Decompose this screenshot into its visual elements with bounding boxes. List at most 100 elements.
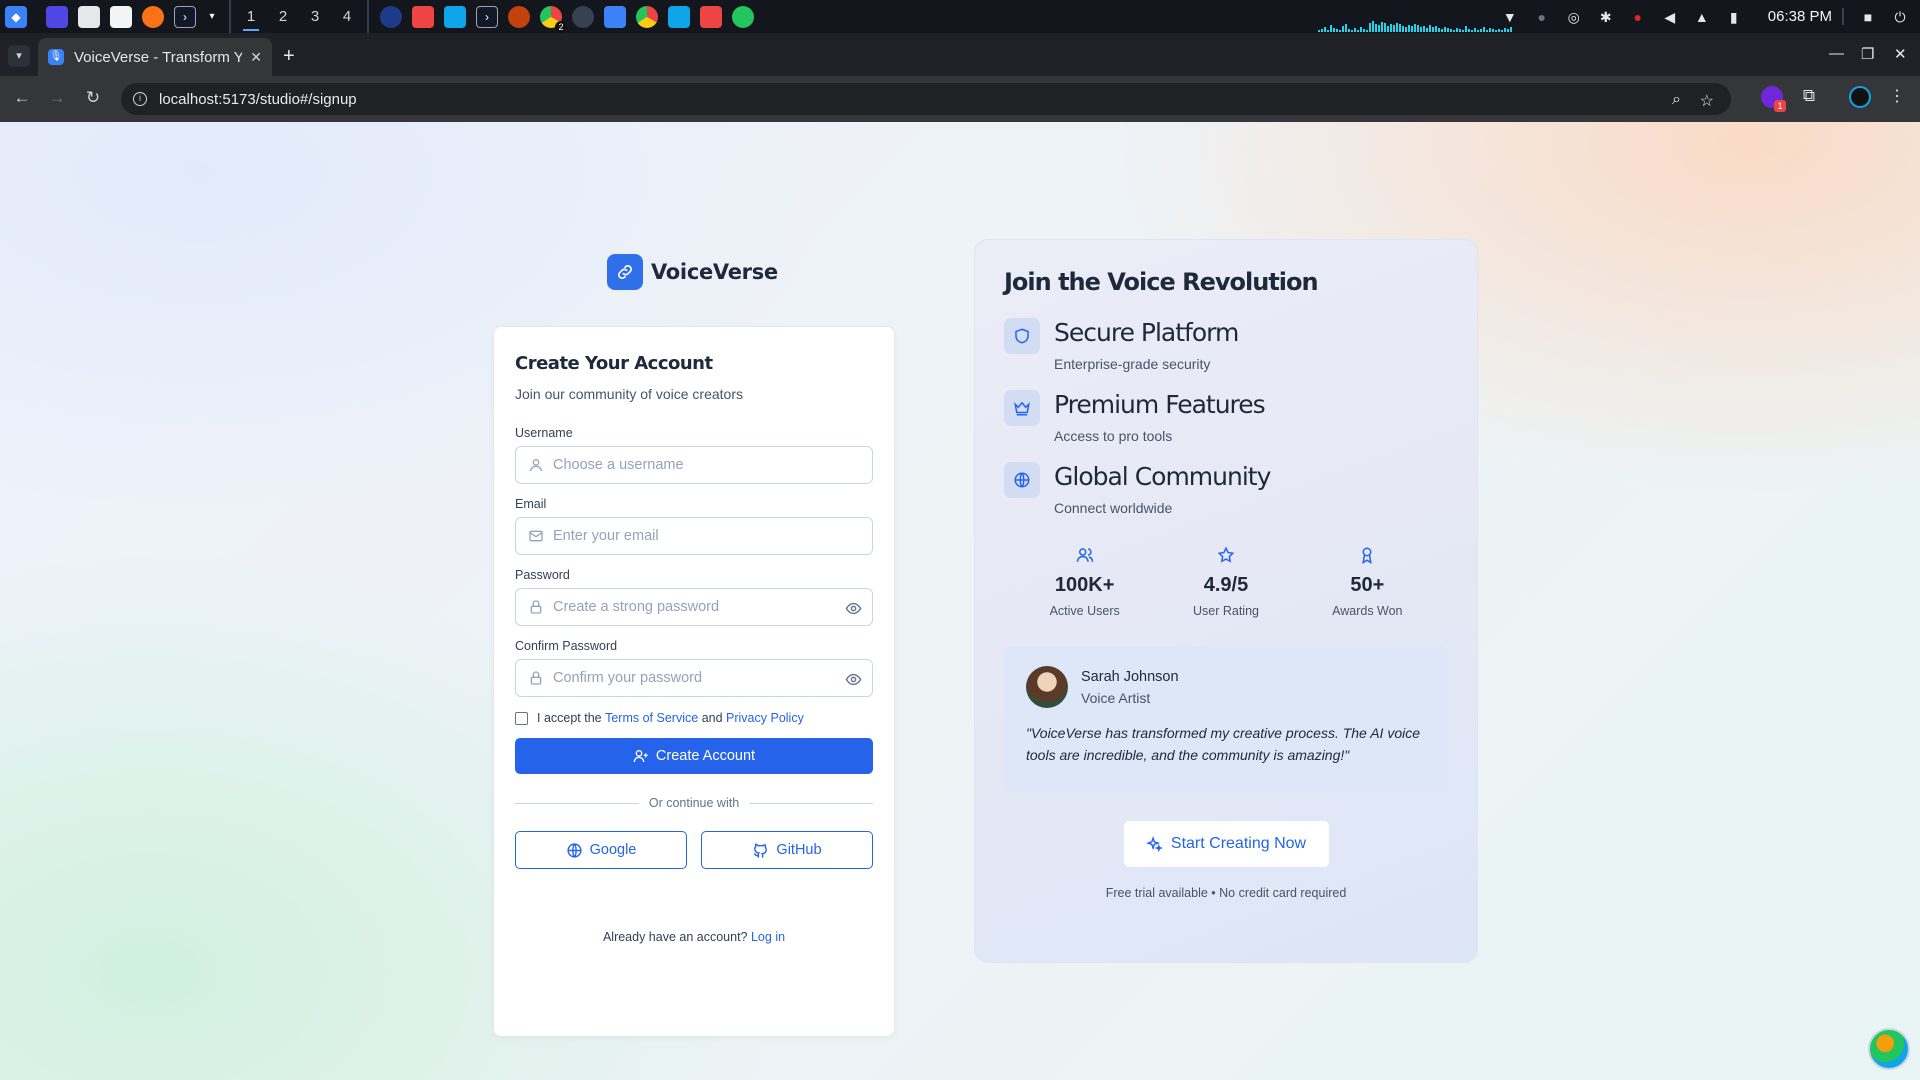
feature-item: Secure Platform Enterprise-grade securit… [1004, 316, 1448, 372]
files-icon[interactable] [78, 5, 100, 28]
extension-icon[interactable]: 1 [1761, 86, 1786, 112]
terminal-icon[interactable]: › [174, 5, 196, 28]
visualizer-bar [1393, 25, 1395, 32]
chevron-down-icon[interactable]: ▾ [206, 6, 218, 28]
visualizer-bar [1342, 26, 1344, 32]
reload-button[interactable]: ↻ [82, 88, 104, 108]
visualizer-bar [1375, 24, 1377, 32]
network-icon[interactable]: ◎ [1566, 9, 1582, 25]
visualizer-bar [1327, 30, 1329, 32]
start-creating-label: Start Creating Now [1170, 835, 1307, 852]
firefox-icon[interactable] [508, 5, 530, 28]
start-creating-button[interactable]: Start Creating Now [1123, 821, 1329, 867]
visualizer-bar [1474, 28, 1476, 32]
visualizer-bar [1489, 28, 1491, 32]
users-icon [1076, 548, 1093, 562]
clock[interactable]: 06:38 PM [1758, 8, 1844, 25]
whatsapp-icon[interactable] [732, 5, 754, 28]
create-account-button[interactable]: Create Account [515, 738, 873, 774]
visualizer-bar [1339, 30, 1341, 32]
browser-tab[interactable]: 🎙 VoiceVerse - Transform Y ✕ [38, 38, 272, 76]
password-input[interactable]: Create a strong password [515, 588, 873, 626]
bookmark-star-icon[interactable]: ☆ [1700, 91, 1714, 111]
google-button[interactable]: Google [515, 831, 687, 869]
eye-icon[interactable] [845, 671, 862, 688]
firefox-icon[interactable] [142, 5, 164, 28]
terms-checkbox[interactable] [515, 711, 528, 725]
vscode-icon[interactable] [444, 5, 466, 28]
menu-kebab-icon[interactable]: ⋮ [1886, 86, 1908, 108]
document-icon[interactable] [110, 5, 132, 28]
address-bar[interactable]: i localhost:5173/studio#/signup ⌕ ☆ [121, 83, 1731, 115]
power-icon[interactable]: ⏻ [1892, 9, 1908, 25]
visualizer-bar [1411, 26, 1413, 32]
close-window-button[interactable]: ✕ [1894, 45, 1907, 63]
floating-app-icon[interactable] [1868, 1028, 1910, 1070]
url-text: localhost:5173/studio#/signup [159, 90, 357, 108]
terms-prefix: I accept the [537, 711, 602, 725]
github-button[interactable]: GitHub [701, 831, 873, 869]
shield-icon [1004, 318, 1040, 354]
user-plus-icon [633, 750, 648, 763]
launcher-icon[interactable]: ◆ [5, 5, 27, 28]
visualizer-bar [1414, 24, 1416, 32]
confirm-password-input[interactable]: Confirm your password [515, 659, 873, 697]
visualizer-bar [1396, 23, 1398, 32]
chrome-icon[interactable] [636, 5, 658, 28]
testimonial-name: Sarah Johnson [1081, 668, 1179, 685]
bluetooth-icon[interactable]: ✱ [1598, 9, 1614, 25]
profile-avatar[interactable] [1849, 86, 1871, 108]
visualizer-bar [1360, 27, 1362, 32]
login-link[interactable]: Log in [751, 930, 785, 944]
volume-icon[interactable]: ◀ [1662, 9, 1678, 25]
brave-icon[interactable] [700, 5, 722, 28]
feature-title: Secure Platform [1054, 318, 1239, 347]
visualizer-bar [1384, 23, 1386, 32]
mic-muted-icon[interactable]: ● [1630, 9, 1646, 25]
bell-icon[interactable]: ▲ [1694, 9, 1710, 25]
visualizer-bar [1453, 30, 1455, 32]
zoom-icon[interactable]: ⌕ [1672, 91, 1681, 109]
wifi-icon[interactable]: ▼ [1502, 9, 1518, 25]
workspace-4[interactable]: 4 [331, 0, 363, 33]
folder-icon[interactable] [604, 5, 626, 28]
brave-icon[interactable] [412, 5, 434, 28]
privacy-policy-link[interactable]: Privacy Policy [726, 711, 804, 725]
stats-row: 100K+ Active Users 4.9/5 User Rating 50+… [1004, 546, 1448, 618]
microphone-icon[interactable]: ● [1534, 9, 1550, 25]
workspace-2[interactable]: 2 [267, 0, 299, 33]
obs-icon[interactable] [572, 5, 594, 28]
lock-icon [530, 600, 542, 614]
stat-value: 4.9/5 [1203, 574, 1249, 596]
tab-list-button[interactable]: ▾ [8, 45, 30, 67]
visualizer-bar [1483, 27, 1485, 32]
site-info-icon[interactable]: i [133, 92, 147, 106]
maximize-button[interactable]: ❐ [1861, 45, 1874, 63]
new-tab-button[interactable]: + [283, 46, 295, 66]
vscode-icon[interactable] [668, 5, 690, 28]
back-button[interactable]: ← [11, 88, 33, 108]
lock-icon[interactable]: ■ [1860, 9, 1876, 25]
close-icon[interactable]: ✕ [250, 49, 262, 66]
terms-row: I accept the Terms of Service and Privac… [515, 711, 873, 725]
battery-icon[interactable]: ▮ [1726, 9, 1742, 25]
username-input[interactable]: Choose a username [515, 446, 873, 484]
app-icon-blue[interactable] [380, 5, 402, 28]
workspace-1[interactable]: 1 [235, 0, 267, 33]
workspace-3[interactable]: 3 [299, 0, 331, 33]
forward-button[interactable]: → [46, 88, 68, 108]
link-icon [607, 254, 643, 290]
visualizer-bar [1363, 29, 1365, 32]
desktop-icon[interactable] [46, 5, 68, 28]
username-label: Username [515, 426, 573, 440]
feature-item: Premium Features Access to pro tools [1004, 388, 1448, 444]
chrome-icon[interactable]: 2 [540, 5, 567, 33]
feature-desc: Connect worldwide [1054, 500, 1173, 516]
eye-icon[interactable] [845, 600, 862, 617]
puzzle-icon[interactable]: ⧉ [1798, 86, 1820, 108]
terms-of-service-link[interactable]: Terms of Service [605, 711, 698, 725]
minimize-button[interactable]: — [1829, 45, 1844, 62]
brand-header[interactable]: VoiceVerse [607, 254, 778, 290]
email-input[interactable]: Enter your email [515, 517, 873, 555]
terminal-icon[interactable]: › [476, 5, 498, 28]
